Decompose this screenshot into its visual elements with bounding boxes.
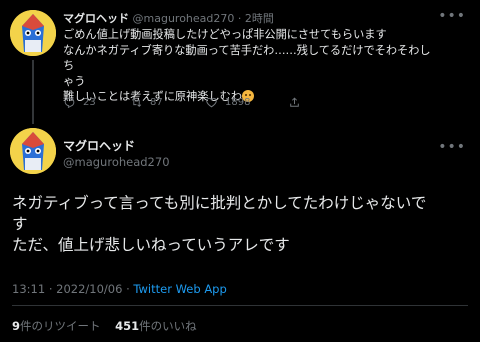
tweet-time[interactable]: 13:11	[12, 282, 45, 296]
more-horizontal-icon[interactable]: •••	[438, 139, 466, 155]
tweet-line: ただ、値上げ悲しいねっていうアレです	[12, 236, 290, 254]
retweet-icon	[131, 98, 142, 107]
separator: ·	[237, 12, 242, 25]
tweet-date[interactable]: 2022/10/06	[56, 282, 122, 296]
retweet-count: 87	[150, 97, 163, 108]
tweet-line: ネガティブって言っても別に批判とかしてたわけじゃないで	[12, 194, 427, 212]
main-tweet-text: ネガティブって言っても別に批判とかしてたわけじゃないで す ただ、値上げ悲しいね…	[12, 193, 472, 256]
heart-icon	[206, 97, 217, 108]
reply-tweet-header: マグロヘッド @magurohead270 · 2時間	[63, 10, 274, 26]
tweet-stats: 9件のリツイート 451件のいいね	[12, 318, 197, 334]
separator: ·	[48, 282, 53, 296]
timestamp[interactable]: 2時間	[245, 12, 274, 25]
like-count: 1898	[225, 97, 251, 108]
divider	[12, 305, 468, 306]
likes-stat[interactable]: 451件のいいね	[115, 319, 197, 333]
display-name[interactable]: マグロヘッド	[63, 137, 135, 154]
retweet-button[interactable]: 87	[130, 96, 163, 109]
reply-button[interactable]: 23	[63, 96, 96, 109]
tweet-timestamp-row: 13:11 · 2022/10/06 · Twitter Web App	[12, 282, 227, 296]
avatar[interactable]	[10, 10, 56, 56]
share-icon	[290, 97, 299, 107]
like-button[interactable]: 1898	[205, 96, 250, 109]
share-button[interactable]	[288, 96, 301, 109]
separator: ·	[126, 282, 130, 296]
tweet-source-link[interactable]: Twitter Web App	[133, 282, 226, 296]
retweets-label: 件のリツイート	[20, 319, 101, 333]
tweet-actions: 23 87 1898	[63, 96, 463, 112]
likes-count: 451	[115, 319, 140, 333]
tweet-line: ゃう	[63, 74, 86, 88]
retweets-count: 9	[12, 319, 21, 333]
thread-connector	[32, 60, 34, 124]
likes-label: 件のいいね	[139, 319, 197, 333]
reply-tweet-text: ごめん値上げ動画投稿したけどやっぱ非公開にさせてもらいます なんかネガティブ寄り…	[63, 27, 433, 105]
handle[interactable]: @magurohead270	[63, 155, 170, 169]
tweet-line: ごめん値上げ動画投稿したけどやっぱ非公開にさせてもらいます	[63, 28, 387, 41]
avatar[interactable]	[10, 128, 56, 174]
display-name[interactable]: マグロヘッド	[63, 12, 129, 25]
tweet-line: す	[12, 215, 28, 233]
handle[interactable]: @magurohead270	[133, 12, 235, 25]
retweets-stat[interactable]: 9件のリツイート	[12, 319, 101, 333]
more-horizontal-icon[interactable]: •••	[438, 8, 466, 24]
reply-count: 23	[83, 97, 96, 108]
tweet-line: なんかネガティブ寄りな動画って苦手だわ……残してるだけでそわそわしち	[63, 43, 431, 73]
reply-icon	[64, 97, 75, 109]
